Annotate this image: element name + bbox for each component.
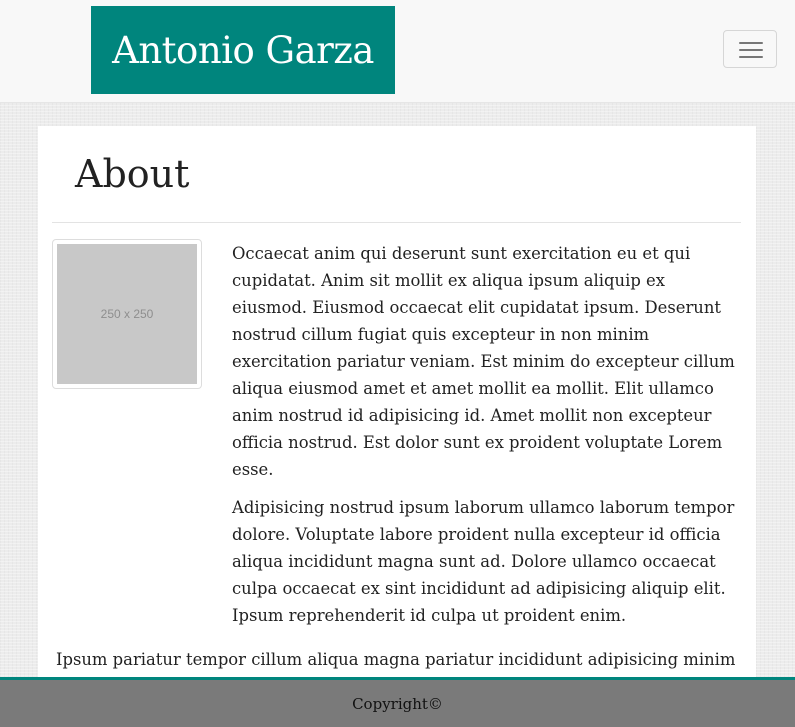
hamburger-menu-icon[interactable] [723,30,777,68]
footer: Copyright© [0,677,795,727]
menu-bar-line [739,56,763,58]
image-placeholder: 250 x 250 [57,244,197,384]
page-title: About [75,152,190,196]
menu-bar-line [739,49,763,51]
copyright-text: Copyright© [352,694,443,713]
brand-link[interactable]: Antonio Garza [91,6,395,94]
divider [52,222,741,223]
paragraph-3: Ipsum pariatur tempor cillum aliqua magn… [56,650,736,669]
navbar: Antonio Garza [0,0,795,103]
menu-bar-line [739,42,763,44]
paragraph-1: Occaecat anim qui deserunt sunt exercita… [232,244,735,479]
profile-image: 250 x 250 [52,239,202,389]
content-panel: About 250 x 250 Occaecat anim qui deseru… [38,126,756,686]
paragraph-2: Adipisicing nostrud ipsum laborum ullamc… [232,498,735,625]
